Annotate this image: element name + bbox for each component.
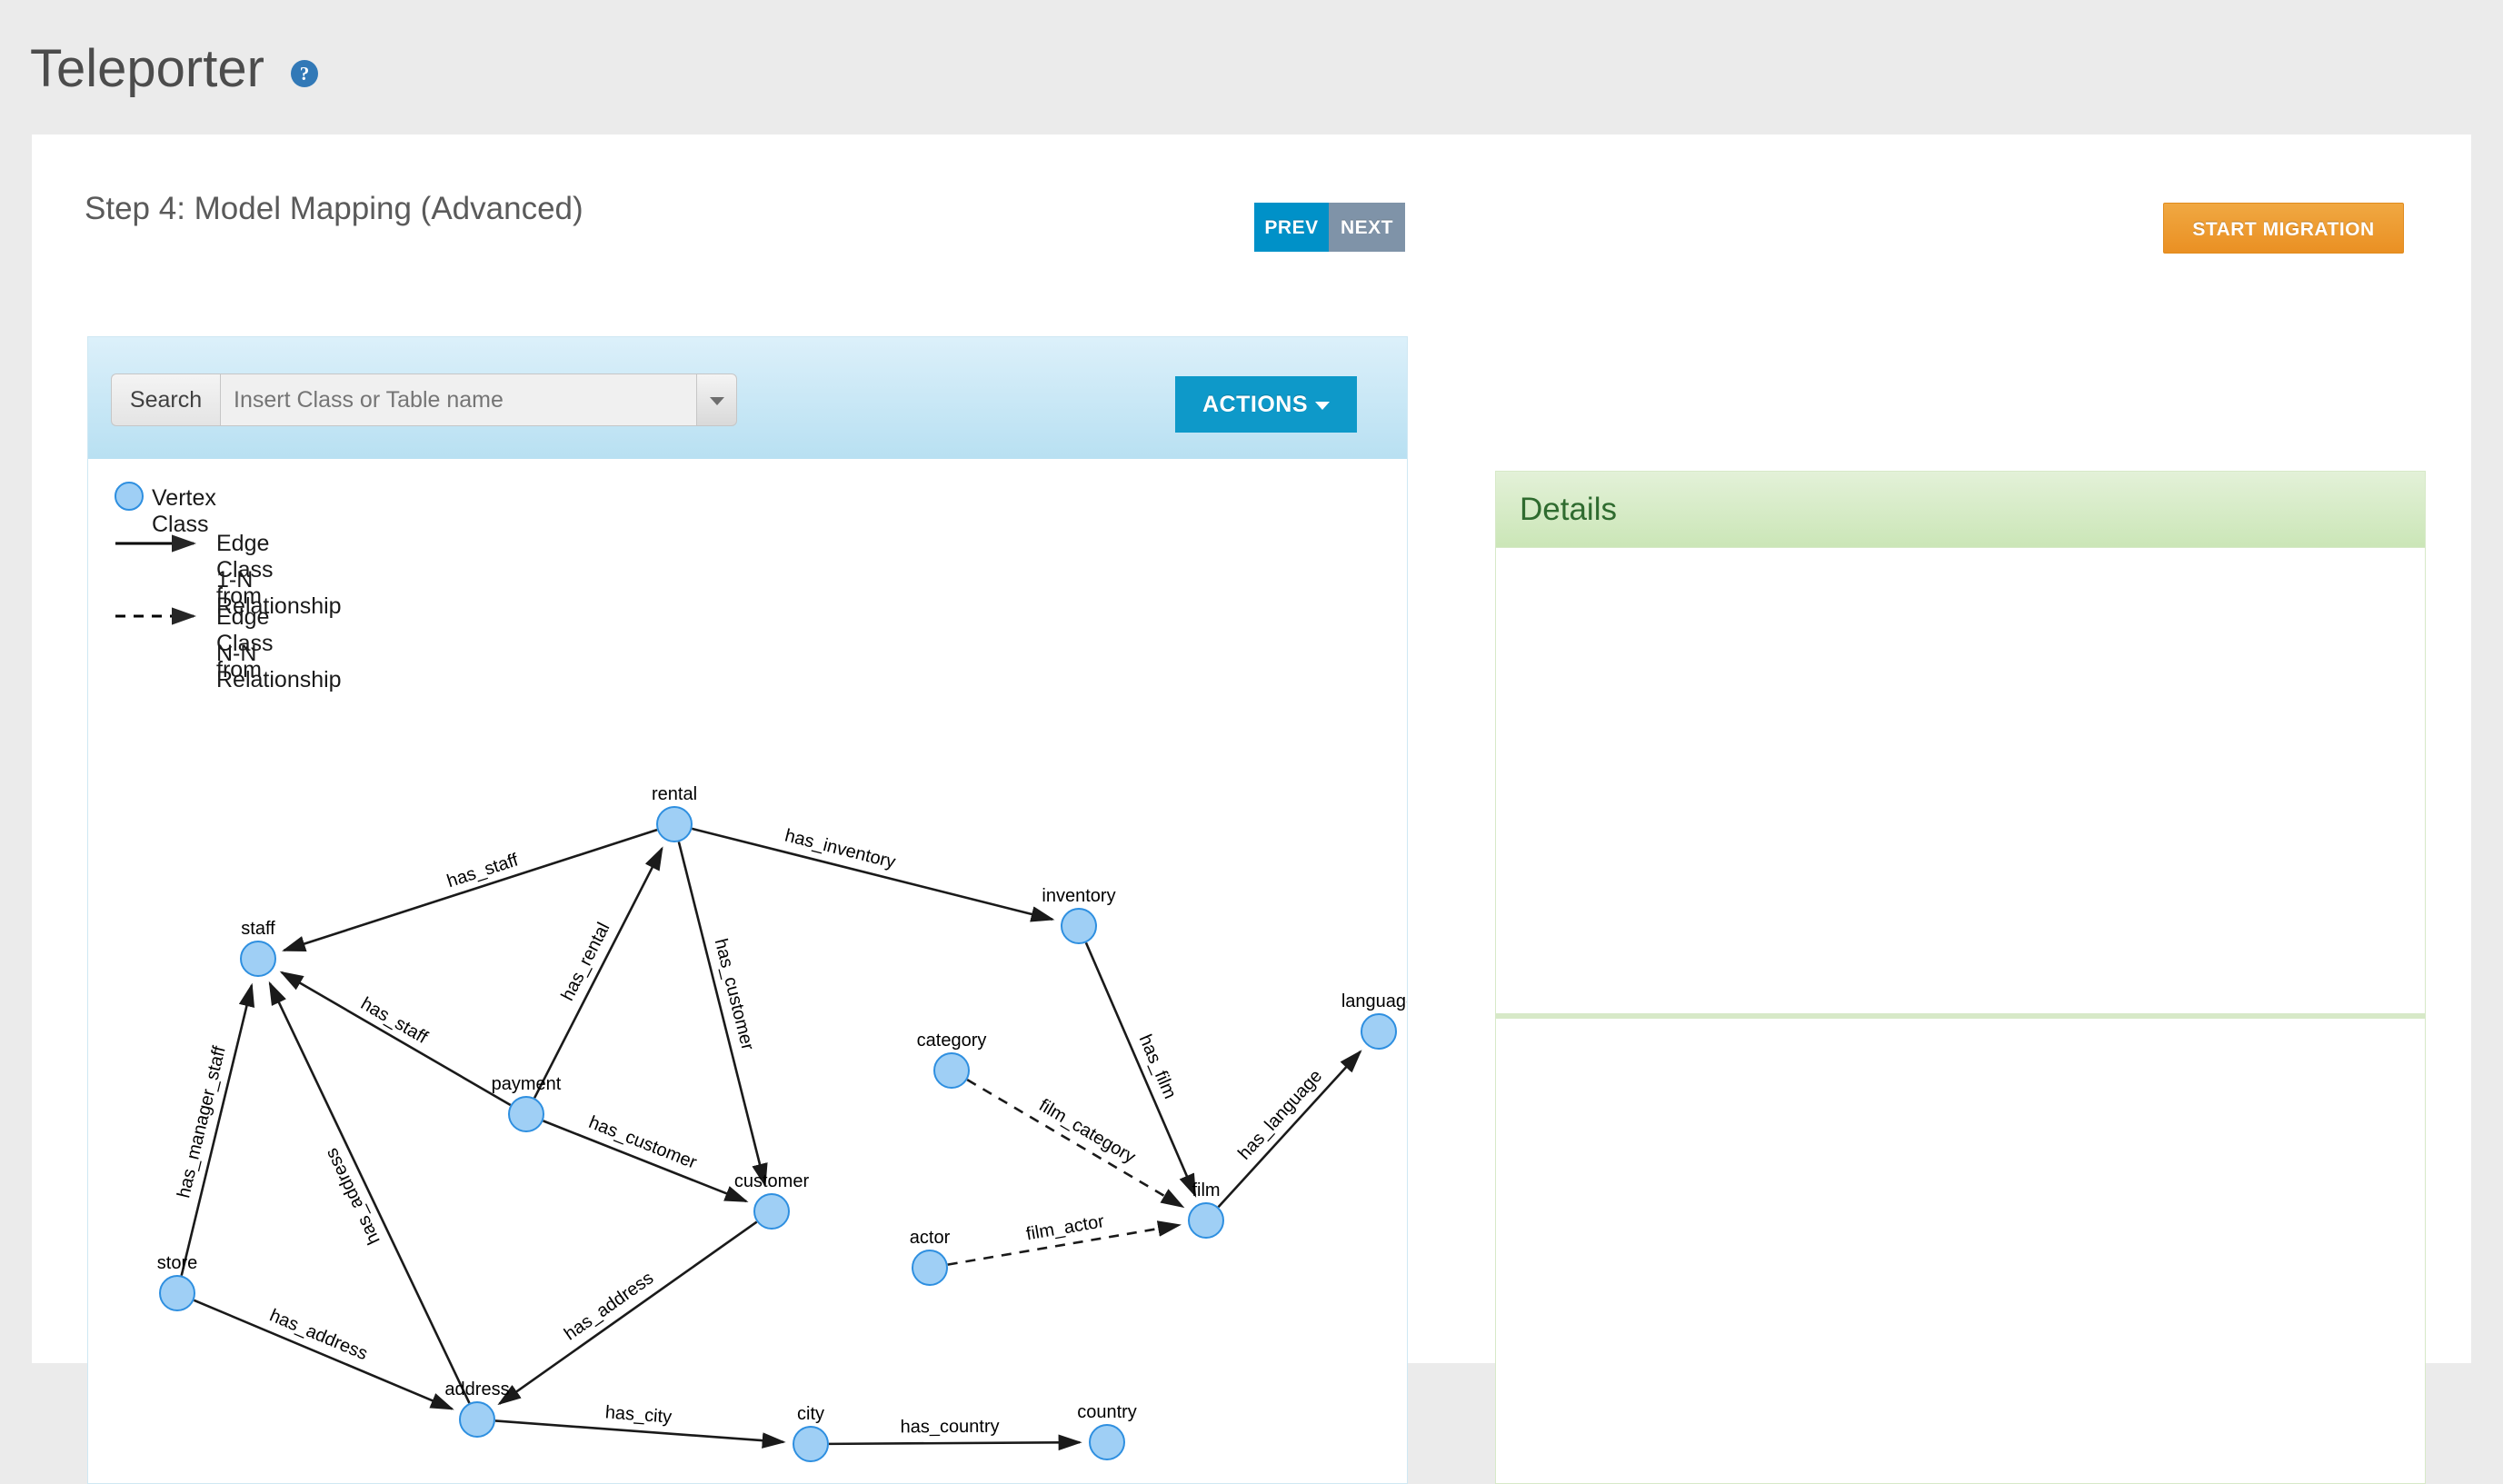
graph-edge[interactable] — [497, 1220, 758, 1406]
graph-node[interactable]: address — [444, 1379, 510, 1438]
graph-node[interactable]: actor — [910, 1228, 951, 1286]
details-body-upper — [1496, 549, 2425, 1013]
graph-edge[interactable] — [677, 842, 768, 1188]
graph-edge[interactable] — [268, 981, 471, 1404]
page-root: Teleporter ? Step 4: Model Mapping (Adva… — [0, 0, 2503, 1484]
graph-edge[interactable] — [828, 1434, 1082, 1451]
graph-node-circle[interactable] — [793, 1426, 829, 1462]
graph-node[interactable]: film — [1188, 1180, 1224, 1239]
graph-node-label: staff — [241, 919, 275, 939]
graph-node-label: category — [917, 1031, 987, 1051]
graph-node-label: city — [797, 1404, 824, 1424]
graph-node-circle[interactable] — [753, 1193, 790, 1230]
graph-node[interactable]: city — [793, 1404, 829, 1462]
graph-node-circle[interactable] — [459, 1401, 495, 1438]
graph-node-circle[interactable] — [1361, 1013, 1397, 1050]
page-title: Teleporter — [30, 39, 264, 98]
graph-node-circle[interactable] — [933, 1052, 970, 1089]
next-button[interactable]: NEXT — [1329, 203, 1405, 252]
graph-node-label: film — [1192, 1180, 1220, 1200]
start-migration-button[interactable]: START MIGRATION — [2163, 203, 2404, 254]
details-panel-header: Details — [1496, 472, 2425, 548]
graph-edge-label: has_film — [1135, 1031, 1181, 1101]
graph-edge-label: film_category — [1035, 1095, 1139, 1167]
edge-layer: has_staff has_inventoryhas_rental has_cust… — [174, 825, 1362, 1451]
details-panel: Details — [1495, 471, 2426, 1484]
graph-edge-label: has_address — [266, 1306, 370, 1365]
graph-edge-label: has_staff — [357, 993, 431, 1048]
graph-node-label: payment — [492, 1074, 562, 1094]
chevron-down-icon[interactable] — [697, 373, 737, 426]
details-title: Details — [1520, 492, 1617, 527]
graph-edge-label: has_language — [1234, 1066, 1326, 1164]
graph-edge-label: has_city — [604, 1402, 673, 1427]
step-title: Step 4: Model Mapping (Advanced) — [85, 191, 583, 226]
graph-node-circle[interactable] — [508, 1096, 544, 1132]
graph-node[interactable]: rental — [652, 784, 697, 842]
graph-node[interactable]: inventory — [1042, 886, 1116, 944]
graph-edge-label: has_manager_staff — [174, 1044, 230, 1200]
graph-node-circle[interactable] — [656, 806, 693, 842]
graph-edge[interactable] — [533, 846, 663, 1099]
node-layer: rental inventory staff language category paym… — [157, 784, 1407, 1462]
search-group: Search — [111, 373, 737, 426]
prev-button[interactable]: PREV — [1254, 203, 1329, 252]
help-circle-icon[interactable]: ? — [291, 60, 318, 87]
content-card: Step 4: Model Mapping (Advanced) PREV NEX… — [32, 134, 2471, 1484]
graph-edge-label: has_customer — [586, 1112, 700, 1173]
graph-edge[interactable] — [279, 971, 512, 1107]
actions-button[interactable]: ACTIONS — [1175, 376, 1357, 433]
graph-node-label: language — [1341, 991, 1407, 1011]
graph-node-label: address — [444, 1379, 509, 1399]
graph-panel: Search ACTIONS — [87, 336, 1408, 1484]
graph-node[interactable]: language — [1341, 991, 1407, 1050]
search-button[interactable]: Search — [111, 373, 220, 426]
graph-node-circle[interactable] — [1188, 1202, 1224, 1239]
graph-edge[interactable] — [1084, 941, 1197, 1198]
graph-node-circle[interactable] — [912, 1250, 948, 1286]
wizard-nav: PREV NEXT — [1254, 203, 1405, 252]
graph-edge-label: has_rental — [557, 920, 613, 1004]
graph-edge[interactable] — [193, 1299, 454, 1410]
page-header: Teleporter ? — [0, 0, 2503, 134]
graph-node[interactable]: store — [157, 1253, 197, 1311]
details-body-lower — [1496, 1019, 2425, 1483]
graph-node-circle[interactable] — [1061, 908, 1097, 944]
graph-node-circle[interactable] — [240, 941, 276, 977]
graph-node-label: inventory — [1042, 886, 1115, 906]
graph-node-label: customer — [734, 1171, 810, 1191]
graph-edge-label: has_country — [901, 1417, 1000, 1438]
graph-node[interactable]: category — [917, 1031, 987, 1089]
graph-node[interactable]: staff — [240, 919, 276, 977]
search-input[interactable] — [220, 373, 697, 426]
graph-node-label: rental — [652, 784, 697, 804]
graph-toolbar: Search ACTIONS — [88, 337, 1407, 459]
graph-node[interactable]: country — [1077, 1402, 1137, 1460]
graph-edge[interactable] — [1217, 1050, 1362, 1209]
graph-node-label: country — [1077, 1402, 1137, 1422]
graph-edge[interactable] — [966, 1079, 1185, 1209]
graph-edge[interactable] — [692, 827, 1055, 922]
graph-node-circle[interactable] — [1089, 1424, 1125, 1460]
actions-button-label: ACTIONS — [1202, 392, 1308, 417]
graph-node-circle[interactable] — [159, 1275, 195, 1311]
graph-edge-label: has_address — [561, 1268, 657, 1344]
model-graph[interactable]: has_staff has_inventoryhas_rental has_cust… — [88, 459, 1407, 1483]
graph-node-label: actor — [910, 1228, 951, 1248]
graph-node-label: store — [157, 1253, 197, 1273]
caret-down-icon — [1315, 401, 1330, 410]
